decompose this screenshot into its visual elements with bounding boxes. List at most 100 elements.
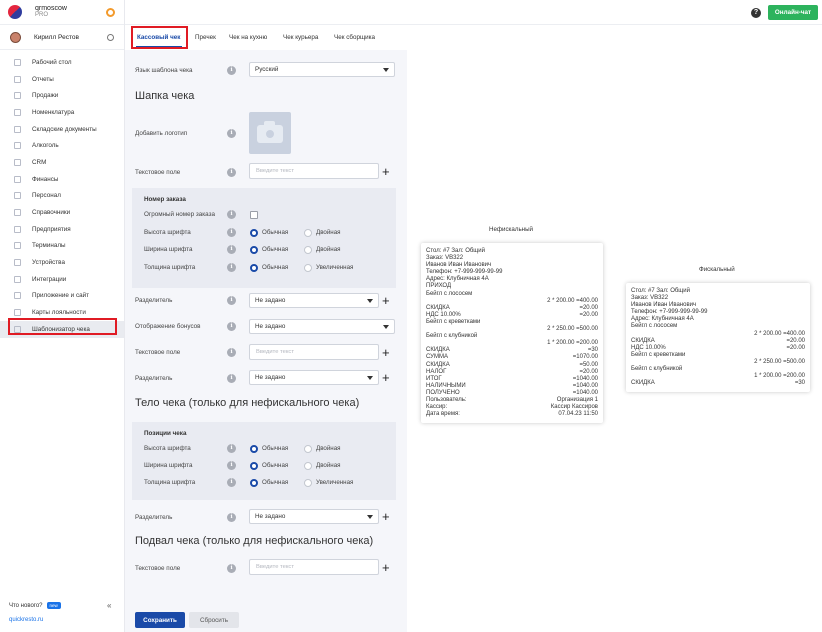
sidebar-item[interactable]: Устройства	[0, 254, 124, 271]
info-icon[interactable]: i	[227, 444, 236, 453]
separator-select[interactable]: Не задано	[249, 370, 379, 385]
sidebar-item[interactable]: Продажи	[0, 87, 124, 104]
sidebar-item[interactable]: CRM	[0, 154, 124, 171]
info-icon[interactable]: i	[227, 513, 236, 522]
separator-select[interactable]: Не задано	[249, 293, 379, 308]
info-icon[interactable]: i	[227, 296, 236, 305]
logo-upload[interactable]	[249, 112, 291, 154]
font-width-normal-radio[interactable]	[250, 246, 258, 254]
add-icon[interactable]: +	[382, 346, 390, 359]
info-icon[interactable]: i	[227, 245, 236, 254]
sidebar-item[interactable]: Приложение и сайт	[0, 288, 124, 305]
sidebar-item[interactable]: Алкоголь	[0, 137, 124, 154]
tab-courier-receipt[interactable]: Чек курьера	[283, 34, 318, 41]
brand-name: qrmoscow	[35, 5, 67, 12]
sidebar-item[interactable]: Персонал	[0, 188, 124, 205]
info-icon[interactable]: i	[227, 129, 236, 138]
user-row[interactable]: Кирилл Рестов	[0, 25, 124, 50]
info-icon[interactable]: i	[227, 210, 236, 219]
brand-logo-icon	[8, 5, 22, 19]
sidebar-item[interactable]: Терминалы	[0, 238, 124, 255]
receipt-line: НАЛОГ =20.00	[426, 369, 598, 376]
header-text-input[interactable]: Введите текст	[249, 344, 379, 360]
info-icon[interactable]: i	[227, 263, 236, 272]
info-icon[interactable]: i	[227, 348, 236, 357]
online-chat-button[interactable]: Онлайн-чат	[768, 5, 818, 20]
sidebar: qrmoscow PRO Кирилл Рестов Рабочий стол О…	[0, 0, 125, 632]
reports-icon	[14, 75, 21, 83]
separator-select[interactable]: Не задано	[249, 509, 379, 524]
receipt-line-label: СУММА	[426, 354, 448, 361]
info-icon[interactable]: i	[227, 228, 236, 237]
sidebar-item[interactable]: Предприятия	[0, 221, 124, 238]
tab-precheck[interactable]: Пречек	[195, 34, 216, 41]
save-button[interactable]: Сохранить	[135, 612, 185, 628]
reset-button[interactable]: Сбросить	[189, 612, 239, 628]
bonus-display-select[interactable]: Не задано	[249, 319, 395, 334]
font-weight-bold-label: Увеличенная	[316, 264, 354, 271]
font-weight-normal-radio[interactable]	[250, 264, 258, 272]
info-icon[interactable]: i	[227, 461, 236, 470]
receipt-line-value: =1040.00	[572, 389, 598, 396]
sales-icon	[14, 92, 21, 100]
receipt-line: Дата время: 07.04.23 11:50	[426, 411, 598, 418]
font-height-double-radio[interactable]	[304, 229, 312, 237]
font-weight-normal-radio[interactable]	[250, 479, 258, 487]
receipt-line: Бейгл с лососем	[426, 290, 473, 297]
form-actions: Сохранить Сбросить	[125, 600, 407, 632]
logout-icon[interactable]	[107, 34, 114, 41]
collapse-sidebar-icon[interactable]: «	[107, 601, 111, 610]
sidebar-item[interactable]: Складские документы	[0, 121, 124, 138]
receipt-line: ИТОГ =1040.00	[426, 376, 598, 383]
add-icon[interactable]: +	[382, 294, 390, 307]
sidebar-item[interactable]: Рабочий стол	[0, 54, 124, 71]
theme-toggle-icon[interactable]	[106, 8, 115, 17]
info-icon[interactable]: i	[227, 478, 236, 487]
info-icon[interactable]: i	[227, 374, 236, 383]
info-icon[interactable]: i	[227, 564, 236, 573]
fiscal-title: Фискальный	[699, 266, 735, 273]
font-height-normal-radio[interactable]	[250, 445, 258, 453]
info-icon[interactable]: i	[227, 322, 236, 331]
font-weight-bold-radio[interactable]	[304, 264, 312, 272]
font-weight-bold-label: Увеличенная	[316, 479, 354, 486]
font-height-double-radio[interactable]	[304, 445, 312, 453]
font-width-double-label: Двойная	[316, 462, 341, 469]
sidebar-item[interactable]: Отчеты	[0, 71, 124, 88]
sidebar-item-label: Финансы	[32, 175, 59, 183]
font-width-double-radio[interactable]	[304, 462, 312, 470]
whats-new-link[interactable]: Что нового? new	[9, 602, 61, 609]
big-order-number-checkbox[interactable]	[250, 211, 258, 219]
sidebar-item[interactable]: Интеграции	[0, 271, 124, 288]
help-icon[interactable]: ?	[751, 8, 761, 18]
footer-link[interactable]: quickresto.ru	[9, 617, 43, 623]
footer-text-input[interactable]: Введите текст	[249, 559, 379, 575]
add-icon[interactable]: +	[382, 371, 390, 384]
template-language-select[interactable]: Русский	[249, 62, 395, 77]
tab-picker-receipt[interactable]: Чек сборщика	[334, 34, 375, 41]
receipt-line: СУММА =1070.00	[426, 354, 598, 361]
sidebar-item[interactable]: Справочники	[0, 204, 124, 221]
add-icon[interactable]: +	[382, 165, 390, 178]
receipt-line-label: СКИДКА	[631, 380, 655, 387]
receipt-line-value: Кассир Кассиров	[550, 404, 598, 411]
receipt-line-value: =20.00	[579, 304, 598, 311]
sidebar-item[interactable]: Финансы	[0, 171, 124, 188]
brand-header: qrmoscow PRO	[0, 0, 124, 25]
info-icon[interactable]: i	[227, 66, 236, 75]
font-width-normal-radio[interactable]	[250, 462, 258, 470]
font-height-normal-radio[interactable]	[250, 229, 258, 237]
add-icon[interactable]: +	[382, 510, 390, 523]
font-height-label: Высота шрифта	[144, 445, 191, 452]
footer-section-title: Подвал чека (только для нефискального че…	[135, 535, 374, 547]
sidebar-item[interactable]: Номенклатура	[0, 104, 124, 121]
printer-icon	[14, 259, 21, 267]
header-text-input[interactable]: Введите текст	[249, 163, 379, 179]
sidebar-item-label: Терминалы	[32, 242, 66, 250]
tab-kitchen-receipt[interactable]: Чек на кухню	[229, 34, 267, 41]
font-weight-bold-radio[interactable]	[304, 479, 312, 487]
separator-value: Не задано	[255, 374, 286, 381]
font-width-double-radio[interactable]	[304, 246, 312, 254]
info-icon[interactable]: i	[227, 168, 236, 177]
add-icon[interactable]: +	[382, 561, 390, 574]
